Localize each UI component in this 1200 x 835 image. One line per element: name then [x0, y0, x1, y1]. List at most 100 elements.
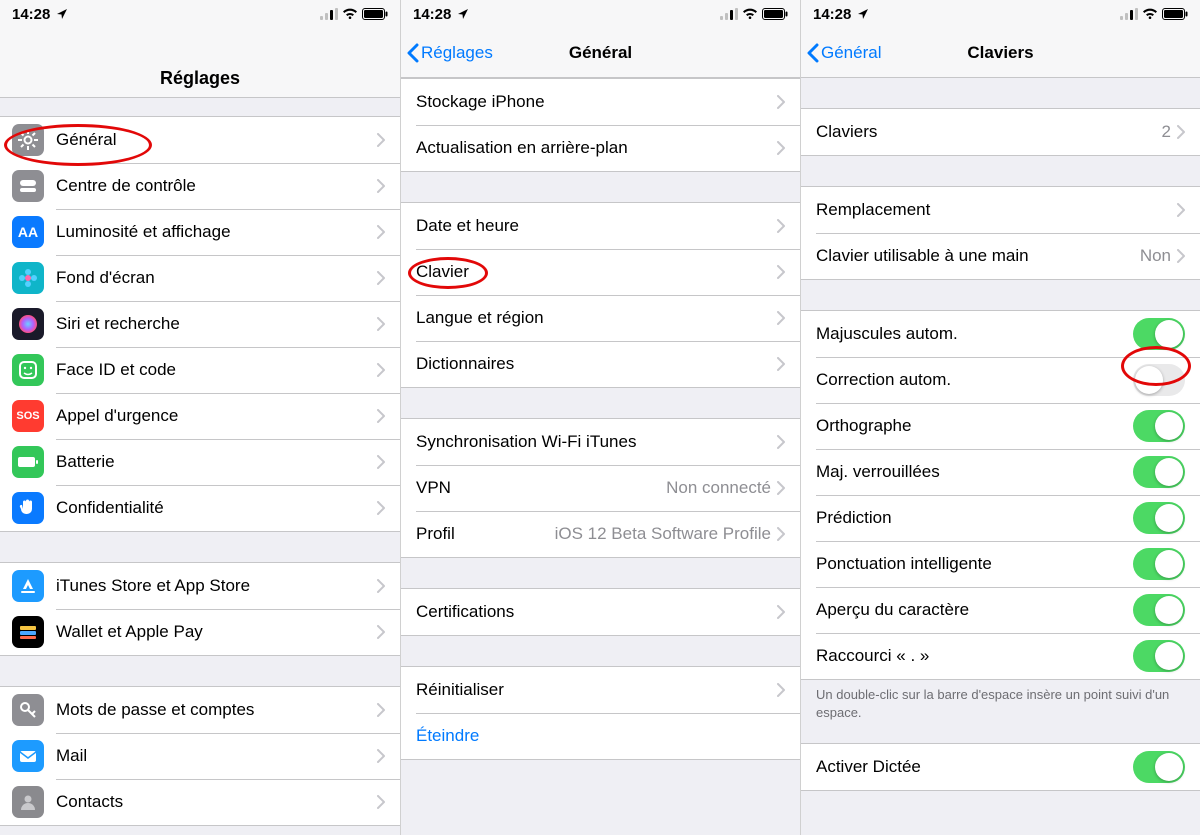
- chevron-right-icon: [777, 481, 785, 495]
- battery-icon: [12, 446, 44, 478]
- chevron-right-icon: [777, 311, 785, 325]
- settings-group: Réinitialiser Éteindre: [401, 666, 800, 760]
- settings-row[interactable]: VPN Non connecté: [401, 465, 800, 511]
- row-label: Actualisation en arrière-plan: [416, 138, 777, 158]
- settings-row: Majuscules autom.: [801, 311, 1200, 357]
- chevron-right-icon: [377, 317, 385, 331]
- settings-group: Remplacement Clavier utilisable à une ma…: [801, 186, 1200, 280]
- settings-row[interactable]: Claviers 2: [801, 109, 1200, 155]
- row-label: Centre de contrôle: [56, 176, 377, 196]
- settings-group: Synchronisation Wi-Fi iTunes VPN Non con…: [401, 418, 800, 558]
- row-label: Éteindre: [416, 726, 785, 746]
- settings-group: Majuscules autom. Correction autom. Orth…: [801, 310, 1200, 680]
- toggle-switch[interactable]: [1133, 364, 1185, 396]
- status-bar: 14:28: [401, 0, 800, 28]
- toggle-switch[interactable]: [1133, 594, 1185, 626]
- toggle-switch[interactable]: [1133, 410, 1185, 442]
- row-label: Mail: [56, 746, 377, 766]
- toggle-switch[interactable]: [1133, 318, 1185, 350]
- settings-row[interactable]: Éteindre: [401, 713, 800, 759]
- row-label: Remplacement: [816, 200, 1177, 220]
- row-label: Mots de passe et comptes: [56, 700, 377, 720]
- settings-row[interactable]: Clavier utilisable à une main Non: [801, 233, 1200, 279]
- settings-row[interactable]: Contacts: [0, 779, 400, 825]
- settings-row[interactable]: Dictionnaires: [401, 341, 800, 387]
- settings-row[interactable]: Mots de passe et comptes: [0, 687, 400, 733]
- chevron-right-icon: [377, 409, 385, 423]
- settings-row[interactable]: Général: [0, 117, 400, 163]
- row-label: Prédiction: [816, 508, 1133, 528]
- chevron-right-icon: [377, 749, 385, 763]
- row-label: Fond d'écran: [56, 268, 377, 288]
- chevron-right-icon: [377, 795, 385, 809]
- row-label: Clavier: [416, 262, 777, 282]
- settings-row[interactable]: Date et heure: [401, 203, 800, 249]
- row-label: Profil: [416, 524, 555, 544]
- signal-icon: [720, 8, 738, 20]
- settings-row[interactable]: AA Luminosité et affichage: [0, 209, 400, 255]
- settings-row: Prédiction: [801, 495, 1200, 541]
- settings-row: Maj. verrouillées: [801, 449, 1200, 495]
- wallet-icon: [12, 616, 44, 648]
- settings-row[interactable]: Mail: [0, 733, 400, 779]
- row-label: Aperçu du caractère: [816, 600, 1133, 620]
- settings-row[interactable]: SOS Appel d'urgence: [0, 393, 400, 439]
- settings-row: Ponctuation intelligente: [801, 541, 1200, 587]
- siri-icon: [12, 308, 44, 340]
- row-label: Correction autom.: [816, 370, 1133, 390]
- settings-group: Général Centre de contrôle AA Luminosité…: [0, 116, 400, 532]
- settings-row[interactable]: Face ID et code: [0, 347, 400, 393]
- status-time: 14:28: [413, 6, 451, 23]
- chevron-right-icon: [777, 265, 785, 279]
- settings-row[interactable]: Remplacement: [801, 187, 1200, 233]
- settings-row[interactable]: Fond d'écran: [0, 255, 400, 301]
- back-button[interactable]: Réglages: [401, 43, 493, 63]
- screen-settings: 14:28 Réglages Général Centre de contrôl…: [0, 0, 400, 835]
- toggle-switch[interactable]: [1133, 548, 1185, 580]
- row-label: Certifications: [416, 602, 777, 622]
- settings-row[interactable]: Réinitialiser: [401, 667, 800, 713]
- settings-row[interactable]: Synchronisation Wi-Fi iTunes: [401, 419, 800, 465]
- chevron-right-icon: [1177, 125, 1185, 139]
- settings-row[interactable]: Centre de contrôle: [0, 163, 400, 209]
- row-label: Claviers: [816, 122, 1162, 142]
- settings-row[interactable]: Clavier: [401, 249, 800, 295]
- settings-row[interactable]: Certifications: [401, 589, 800, 635]
- chevron-right-icon: [377, 271, 385, 285]
- settings-group: Date et heure Clavier Langue et région D…: [401, 202, 800, 388]
- chevron-left-icon: [407, 43, 419, 63]
- chevron-right-icon: [777, 141, 785, 155]
- toggle-switch[interactable]: [1133, 456, 1185, 488]
- settings-group: Activer Dictée: [801, 743, 1200, 791]
- flower-icon: [12, 262, 44, 294]
- row-value: 2: [1162, 122, 1171, 142]
- toggle-switch[interactable]: [1133, 502, 1185, 534]
- chevron-right-icon: [377, 501, 385, 515]
- settings-row[interactable]: Batterie: [0, 439, 400, 485]
- hand-icon: [12, 492, 44, 524]
- toggle-switch[interactable]: [1133, 751, 1185, 783]
- settings-row[interactable]: iTunes Store et App Store: [0, 563, 400, 609]
- chevron-right-icon: [377, 225, 385, 239]
- settings-row[interactable]: Langue et région: [401, 295, 800, 341]
- chevron-right-icon: [377, 133, 385, 147]
- settings-row[interactable]: Siri et recherche: [0, 301, 400, 347]
- settings-row[interactable]: Stockage iPhone: [401, 79, 800, 125]
- row-label: Contacts: [56, 792, 377, 812]
- toggle-switch[interactable]: [1133, 640, 1185, 672]
- row-label: Maj. verrouillées: [816, 462, 1133, 482]
- row-label: Luminosité et affichage: [56, 222, 377, 242]
- key-icon: [12, 694, 44, 726]
- row-label: Stockage iPhone: [416, 92, 777, 112]
- row-label: Activer Dictée: [816, 757, 1133, 777]
- settings-row[interactable]: Confidentialité: [0, 485, 400, 531]
- back-button[interactable]: Général: [801, 43, 881, 63]
- settings-row[interactable]: Wallet et Apple Pay: [0, 609, 400, 655]
- switch-icon: [12, 170, 44, 202]
- settings-row[interactable]: Profil iOS 12 Beta Software Profile: [401, 511, 800, 557]
- mail-icon: [12, 740, 44, 772]
- face-icon: [12, 354, 44, 386]
- chevron-right-icon: [377, 455, 385, 469]
- settings-row[interactable]: Actualisation en arrière-plan: [401, 125, 800, 171]
- location-icon: [857, 8, 869, 20]
